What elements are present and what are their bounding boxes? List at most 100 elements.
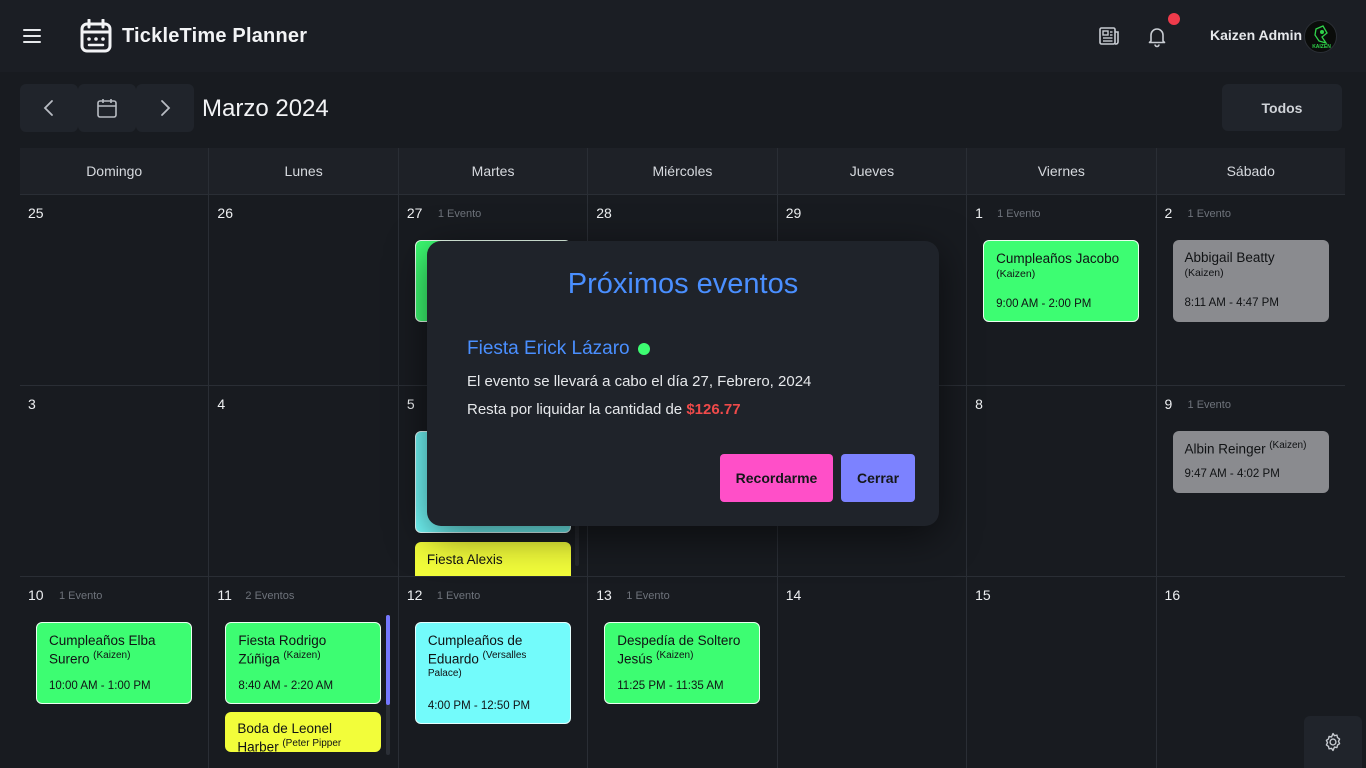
day-number: 9: [1164, 396, 1173, 412]
event-venue: (Kaizen): [283, 649, 321, 661]
weekday-header: Domingo Lunes Martes Miércoles Jueves Vi…: [20, 148, 1345, 194]
day-number: 11: [217, 587, 232, 603]
day-number: 13: [596, 587, 612, 603]
brand[interactable]: TickleTime Planner: [80, 19, 307, 53]
day-cell[interactable]: 12 1 Evento Cumpleaños de Eduardo (Versa…: [398, 576, 589, 768]
event-card[interactable]: Cumpleaños Jacobo (Kaizen) 9:00 AM - 2:0…: [983, 240, 1140, 322]
event-count: 1 Evento: [1187, 399, 1231, 411]
day-number: 2: [1164, 205, 1173, 221]
weekday-tuesday: Martes: [398, 148, 589, 194]
event-card[interactable]: Despedía de Soltero Jesús (Kaizen) 11:25…: [604, 622, 761, 704]
menu-icon[interactable]: [22, 26, 42, 46]
event-venue: (Kaizen): [996, 267, 1036, 280]
event-count: 2 Eventos: [245, 590, 295, 602]
kaizen-logo-icon: KAIZEN: [1312, 25, 1331, 50]
event-time: 11:25 PM - 11:35 AM: [617, 680, 724, 692]
event-count: 1 Evento: [997, 208, 1041, 220]
modal-event-name: Fiesta Erick Lázaro: [467, 338, 630, 359]
upcoming-events-modal: Próximos eventos Fiesta Erick Lázaro El …: [427, 241, 939, 526]
day-number: 12: [406, 587, 423, 603]
app-title: TickleTime Planner: [122, 24, 308, 47]
modal-event-title: Fiesta Erick Lázaro: [467, 338, 650, 360]
day-cell[interactable]: 3: [20, 385, 210, 576]
event-venue: (Kaizen): [93, 649, 131, 661]
event-card[interactable]: Fiesta Alexis: [414, 542, 571, 576]
day-number: 10: [28, 587, 44, 603]
avatar[interactable]: KAIZEN: [1304, 20, 1337, 53]
user-name[interactable]: Kaizen Admin: [1210, 27, 1302, 43]
day-number: 1: [975, 205, 983, 221]
day-cell[interactable]: 11 2 Eventos Fiesta Rodrigo Zúñiga (Kaiz…: [209, 576, 399, 768]
week-row: 10 1 Evento Cumpleaños Elba Surero (Kaiz…: [20, 576, 1345, 768]
event-time: 9:00 AM - 2:00 PM: [996, 298, 1092, 310]
notification-dot: [1168, 13, 1180, 25]
balance-label: Resta por liquidar la cantidad de: [467, 401, 683, 418]
day-cell[interactable]: 25: [20, 194, 210, 385]
event-card[interactable]: Albin Reinger (Kaizen) 9:47 AM - 4:02 PM: [1172, 431, 1329, 493]
day-number: 14: [785, 587, 802, 603]
event-venue: (Kaizen): [656, 649, 694, 661]
prev-month-button[interactable]: [20, 84, 78, 132]
event-count: 1 Evento: [437, 208, 482, 220]
calendar-icon: [97, 99, 117, 118]
status-dot: [637, 343, 650, 355]
modal-balance: Resta por liquidar la cantidad de $126.7…: [467, 401, 741, 418]
day-cell[interactable]: 8: [967, 385, 1157, 576]
day-number: 29: [785, 205, 802, 221]
event-card[interactable]: Cumpleaños Elba Surero (Kaizen) 10:00 AM…: [36, 622, 192, 704]
event-card[interactable]: Boda de Leonel Harber (Peter Pipper: [225, 712, 382, 752]
next-month-button[interactable]: [136, 84, 194, 132]
day-number: 15: [975, 587, 991, 603]
event-count: 1 Evento: [436, 590, 481, 602]
weekday-friday: Viernes: [967, 148, 1157, 194]
svg-text:KAIZEN: KAIZEN: [1312, 44, 1331, 50]
day-cell[interactable]: 10 1 Evento Cumpleaños Elba Surero (Kaiz…: [20, 576, 210, 768]
day-number: 5: [406, 396, 415, 412]
news-icon[interactable]: [1097, 24, 1121, 48]
bell-icon[interactable]: [1145, 24, 1169, 48]
event-name: Cumpleaños Jacobo: [996, 251, 1120, 266]
day-number: 16: [1164, 587, 1181, 603]
day-cell[interactable]: 14: [777, 576, 968, 768]
day-number: 8: [975, 396, 983, 412]
day-cell[interactable]: 26: [209, 194, 399, 385]
top-bar: TickleTime Planner Kaizen Admin KAIZEN: [0, 0, 1366, 72]
day-cell[interactable]: 4: [209, 385, 399, 576]
event-time: 8:11 AM - 4:47 PM: [1184, 297, 1279, 309]
event-time: 10:00 AM - 1:00 PM: [49, 680, 151, 692]
event-time: 8:40 AM - 2:20 AM: [238, 680, 334, 692]
day-cell[interactable]: 15: [967, 576, 1157, 768]
close-button[interactable]: Cerrar: [841, 454, 915, 502]
event-time: 9:47 AM - 4:02 PM: [1184, 468, 1280, 480]
settings-button[interactable]: [1304, 716, 1362, 768]
event-venue: (Kaizen): [1184, 266, 1224, 279]
modal-title: Próximos eventos: [567, 268, 799, 300]
event-name: Fiesta Alexis: [426, 552, 503, 567]
day-number: 4: [217, 396, 226, 412]
event-card[interactable]: Cumpleaños de Eduardo (Versalles Palace)…: [414, 622, 571, 724]
event-name: Albin Reinger: [1184, 441, 1266, 457]
calendar-logo-icon: [80, 19, 112, 53]
event-count: 1 Evento: [59, 590, 103, 602]
day-number: 25: [28, 205, 44, 221]
gear-icon: [1325, 732, 1341, 752]
event-card[interactable]: Fiesta Rodrigo Zúñiga (Kaizen) 8:40 AM -…: [225, 622, 382, 704]
event-card[interactable]: Abbigail Beatty (Kaizen) 8:11 AM - 4:47 …: [1172, 240, 1329, 322]
today-button[interactable]: [78, 84, 136, 132]
remind-me-button[interactable]: Recordarme: [720, 454, 833, 502]
day-cell[interactable]: 9 1 Evento Albin Reinger (Kaizen) 9:47 A…: [1156, 385, 1345, 576]
day-cell[interactable]: 1 1 Evento Cumpleaños Jacobo (Kaizen) 9:…: [967, 194, 1157, 385]
day-cell[interactable]: 2 1 Evento Abbigail Beatty (Kaizen) 8:11…: [1156, 194, 1345, 385]
day-number: 27: [406, 205, 423, 221]
event-venue: (Peter Pipper: [282, 737, 342, 749]
event-venue: (Kaizen): [1269, 440, 1307, 451]
month-title: Marzo 2024: [202, 95, 329, 122]
balance-amount: $126.77: [686, 401, 741, 418]
event-count: 1 Evento: [626, 590, 670, 602]
weekday-monday: Lunes: [209, 148, 399, 194]
event-name: Abbigail Beatty: [1184, 250, 1275, 265]
chevron-right-icon: [161, 100, 171, 116]
scrollbar-thumb[interactable]: [385, 615, 390, 705]
filter-todos-button[interactable]: Todos: [1222, 84, 1342, 131]
day-cell[interactable]: 13 1 Evento Despedía de Soltero Jesús (K…: [588, 576, 778, 768]
